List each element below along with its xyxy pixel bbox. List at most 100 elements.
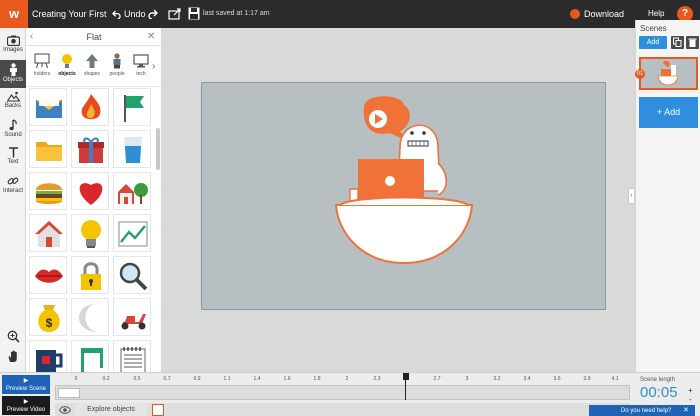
save-disk-icon [188, 7, 200, 20]
share-button[interactable] [168, 7, 182, 21]
hand-tool[interactable] [3, 350, 23, 368]
tool-images-label: Images [3, 47, 23, 53]
asset-music-notes[interactable] [71, 340, 109, 372]
trash-icon [688, 38, 697, 47]
next-category-chevron-icon[interactable]: › [152, 61, 161, 73]
app-logo[interactable]: w [0, 0, 28, 28]
object-library-panel: Flat ‹ ✕ holders objects shapes people t… [26, 28, 162, 372]
close-icon[interactable]: ✕ [147, 31, 157, 43]
preview-scene-button[interactable]: ▶ Preview Scene [2, 375, 50, 394]
category-objects[interactable]: objects [54, 51, 80, 85]
asset-flame[interactable] [71, 88, 109, 126]
timeline-clip[interactable] [58, 388, 80, 398]
asset-line-chart[interactable] [113, 214, 151, 252]
asset-glass-of-water[interactable] [113, 130, 151, 168]
eye-icon[interactable] [59, 405, 71, 415]
person-icon [9, 63, 17, 76]
layer-thumbnail[interactable] [152, 404, 164, 416]
increase-length-button[interactable]: + [688, 386, 693, 395]
collapse-panel-chevron-icon[interactable]: › [628, 188, 635, 204]
tool-text[interactable]: Text [0, 144, 26, 172]
flag-icon [124, 95, 144, 122]
tick-label: 4.1 [611, 376, 619, 382]
notepad-icon [120, 347, 146, 372]
tick-label: 1.4 [253, 376, 261, 382]
category-tech[interactable]: tech [128, 51, 154, 85]
category-people-label: people [109, 71, 125, 77]
text-t-icon [8, 147, 18, 158]
library-scrollbar[interactable] [156, 128, 160, 170]
tool-interact[interactable]: Interact [0, 172, 26, 200]
redo-button[interactable] [148, 6, 162, 22]
person-icon [113, 53, 121, 69]
download-button[interactable]: Download [570, 6, 624, 22]
tool-backs[interactable]: Backs [0, 88, 26, 116]
asset-hamburger[interactable] [29, 172, 67, 210]
landscape-icon [6, 91, 20, 102]
layers-strip: Explore objects [55, 403, 630, 416]
timeline-track[interactable] [55, 385, 630, 400]
category-shapes[interactable]: shapes [79, 51, 105, 85]
tick-label: 0.7 [163, 376, 171, 382]
zoom-icon [7, 330, 20, 343]
delete-scene-button[interactable] [686, 36, 699, 49]
help-chat-bar[interactable]: Do you need help? ✕ [589, 405, 695, 416]
tool-objects[interactable]: Objects [0, 60, 26, 88]
laptop-object[interactable] [349, 159, 424, 204]
tool-sound[interactable]: Sound [0, 116, 26, 144]
playhead-knob[interactable] [403, 373, 409, 380]
playhead-handle[interactable] [403, 373, 409, 400]
asset-lips[interactable] [29, 256, 67, 294]
asset-heart[interactable] [71, 172, 109, 210]
explore-objects-tab[interactable]: Explore objects [75, 403, 147, 416]
asset-light-bulb[interactable] [71, 214, 109, 252]
asset-magnifier[interactable] [113, 256, 151, 294]
tick-label: 3.6 [553, 376, 561, 382]
tool-objects-label: Objects [2, 77, 24, 83]
category-people[interactable]: people [104, 51, 130, 85]
tool-sound-label: Sound [4, 132, 22, 138]
close-icon[interactable]: ✕ [683, 405, 693, 416]
duplicate-scene-button[interactable] [671, 36, 684, 49]
category-holders[interactable]: holders [29, 51, 55, 85]
scene-canvas[interactable] [201, 82, 606, 310]
asset-gift[interactable] [71, 130, 109, 168]
scene-thumbnail[interactable] [639, 57, 698, 90]
asset-moon[interactable] [71, 298, 109, 336]
asset-house[interactable] [29, 214, 67, 252]
scene-illustration[interactable] [202, 83, 605, 309]
asset-money-bag[interactable]: $ [29, 298, 67, 336]
add-new-scene-button[interactable]: + Add [639, 97, 698, 128]
bowl-object[interactable] [334, 196, 474, 265]
document-title[interactable]: Creating Your First W... [32, 0, 108, 28]
add-scene-button[interactable]: Add [639, 36, 667, 49]
hamburger-icon [36, 183, 62, 204]
scene-length-value[interactable]: 00:05 [640, 384, 678, 401]
tick-label: 3 [465, 376, 469, 382]
decrease-length-button[interactable]: - [689, 395, 692, 404]
arrow-up-icon [86, 54, 98, 68]
heart-icon [79, 183, 103, 205]
lightbulb-icon [62, 54, 72, 68]
asset-flag[interactable] [113, 88, 151, 126]
playhead-line [405, 379, 406, 400]
undo-button[interactable]: Undo [112, 6, 146, 22]
save-button[interactable] [188, 7, 200, 20]
tick-label: 2 [345, 376, 349, 382]
tool-text-label: Text [7, 159, 19, 165]
music-notes-icon [81, 348, 103, 372]
asset-notepad[interactable] [113, 340, 151, 372]
asset-envelope[interactable] [29, 88, 67, 126]
folder-icon [36, 142, 62, 161]
preview-video-button[interactable]: ▶ Preview Video [2, 396, 50, 415]
tool-images[interactable]: Images [0, 32, 26, 60]
scene-number-badge: 01 [635, 69, 645, 79]
asset-padlock[interactable] [71, 256, 109, 294]
asset-scooter[interactable] [113, 298, 151, 336]
moon-icon [79, 304, 97, 332]
zoom-tool[interactable] [3, 330, 23, 348]
asset-mug[interactable] [29, 340, 67, 372]
back-chevron-icon[interactable]: ‹ [30, 31, 40, 43]
asset-houses-with-tree[interactable] [113, 172, 151, 210]
asset-folder[interactable] [29, 130, 67, 168]
